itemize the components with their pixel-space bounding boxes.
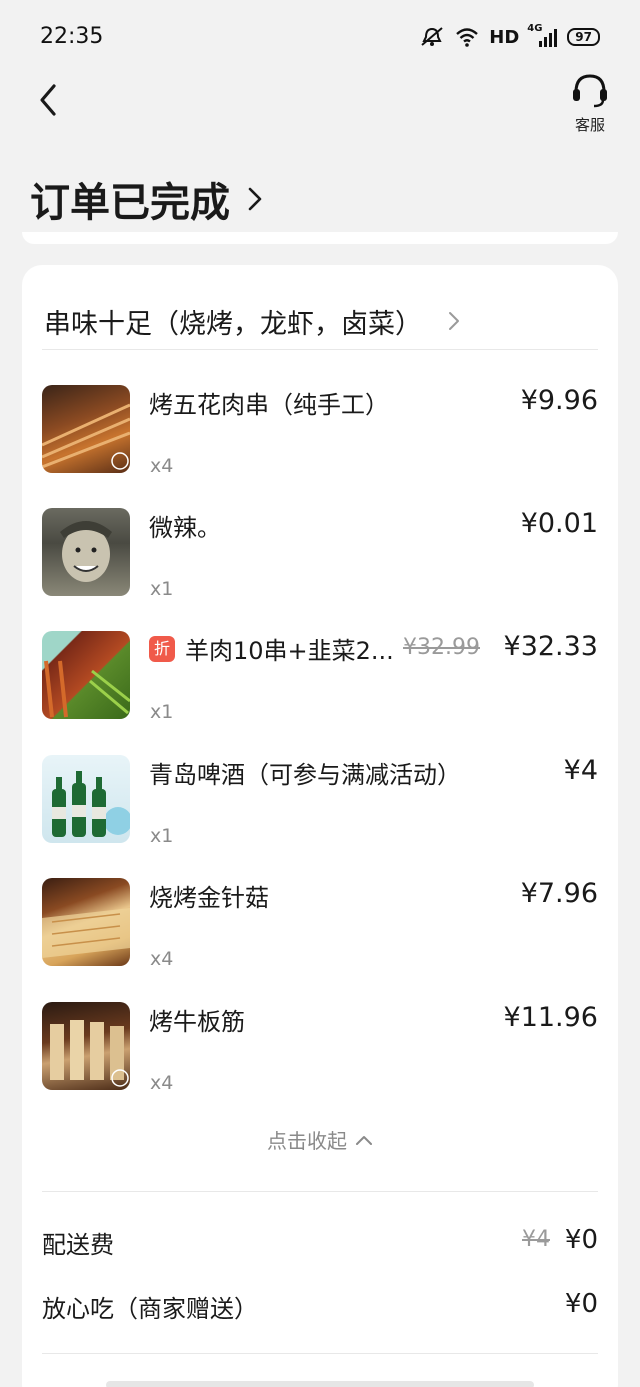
- item-quantity: x1: [150, 578, 174, 600]
- item-image: [42, 385, 130, 473]
- order-status-title[interactable]: 订单已完成: [30, 170, 264, 228]
- next-section-edge: [106, 1381, 534, 1387]
- item-original-price: ¥32.99: [403, 635, 480, 660]
- chevron-left-icon: [40, 84, 56, 116]
- item-quantity: x4: [150, 455, 174, 477]
- item-name: 烤五花肉串（纯手工）: [149, 391, 389, 419]
- network-label: 4G: [527, 23, 543, 34]
- item-name: 烧烤金针菇: [149, 884, 269, 912]
- collapse-toggle[interactable]: 点击收起: [22, 1125, 618, 1154]
- item-quantity: x1: [150, 825, 174, 847]
- item-price: ¥7.96: [520, 878, 598, 909]
- item-price: ¥9.96: [520, 385, 598, 416]
- back-button[interactable]: [34, 82, 66, 118]
- hd-indicator: HD: [489, 26, 520, 48]
- collapse-label: 点击收起: [267, 1129, 347, 1153]
- list-item[interactable]: 烤牛板筋 x4 ¥11.96: [42, 1002, 598, 1102]
- status-card-edge: [22, 232, 618, 244]
- item-image: [42, 755, 130, 843]
- delivery-fee-row: 配送费 ¥4 ¥0: [42, 1225, 598, 1265]
- divider: [42, 349, 598, 350]
- chevron-right-icon: [248, 187, 262, 211]
- page-title: 订单已完成: [30, 180, 230, 226]
- status-icons: HD 4G 97: [419, 23, 600, 48]
- list-item[interactable]: 折 羊肉10串+韭菜2... ¥32.99 x1 ¥32.33: [42, 631, 598, 731]
- item-quantity: x4: [150, 1072, 174, 1094]
- customer-service-button[interactable]: 客服: [570, 72, 610, 135]
- item-price: ¥4: [563, 755, 598, 786]
- item-name: 微辣。: [149, 514, 221, 542]
- list-item[interactable]: 微辣。 x1 ¥0.01: [42, 508, 598, 608]
- item-price: ¥32.33: [503, 631, 598, 662]
- chevron-right-icon: [449, 312, 459, 330]
- customer-service-label: 客服: [574, 116, 605, 134]
- fee-value: ¥0: [564, 1289, 598, 1319]
- item-image: [42, 631, 130, 719]
- fee-label: 配送费: [42, 1231, 114, 1259]
- wifi-icon: [456, 28, 479, 47]
- item-name: 折 羊肉10串+韭菜2...: [149, 631, 394, 666]
- item-quantity: x4: [150, 948, 174, 970]
- signal-icon: 4G: [527, 23, 558, 47]
- item-name: 青岛啤酒（可参与满减活动）: [149, 761, 461, 789]
- headset-icon: [573, 74, 607, 108]
- order-card: 串味十足（烧烤，龙虾，卤菜） 烤五花肉串（纯手工） x4 ¥9.96 微辣。 x…: [22, 265, 618, 1387]
- item-price: ¥11.96: [503, 1002, 598, 1033]
- item-price: ¥0.01: [520, 508, 598, 539]
- item-image: [42, 878, 130, 966]
- status-time: 22:35: [40, 24, 104, 49]
- list-item[interactable]: 烧烤金针菇 x4 ¥7.96: [42, 878, 598, 978]
- item-quantity: x1: [150, 701, 174, 723]
- divider: [42, 1353, 598, 1354]
- fee-original-price: ¥4: [522, 1227, 550, 1252]
- fee-label: 放心吃（商家赠送）: [42, 1295, 258, 1323]
- divider: [42, 1191, 598, 1192]
- store-name: 串味十足（烧烤，龙虾，卤菜）: [44, 308, 422, 340]
- item-name: 烤牛板筋: [149, 1008, 245, 1036]
- battery-indicator: 97: [567, 28, 600, 46]
- store-link[interactable]: 串味十足（烧烤，龙虾，卤菜）: [44, 293, 596, 349]
- item-image: [42, 508, 130, 596]
- chevron-up-icon: [356, 1135, 372, 1145]
- item-image: [42, 1002, 130, 1090]
- list-item[interactable]: 青岛啤酒（可参与满减活动） x1 ¥4: [42, 755, 598, 855]
- discount-badge: 折: [149, 635, 175, 662]
- bell-muted-icon: [421, 27, 443, 46]
- list-item[interactable]: 烤五花肉串（纯手工） x4 ¥9.96: [42, 385, 598, 485]
- food-safety-row: 放心吃（商家赠送） ¥0: [42, 1289, 598, 1329]
- status-bar: 22:35 HD 4G 97: [0, 0, 640, 78]
- item-name-text: 羊肉10串+韭菜2...: [185, 637, 394, 665]
- fee-value: ¥0: [564, 1225, 598, 1255]
